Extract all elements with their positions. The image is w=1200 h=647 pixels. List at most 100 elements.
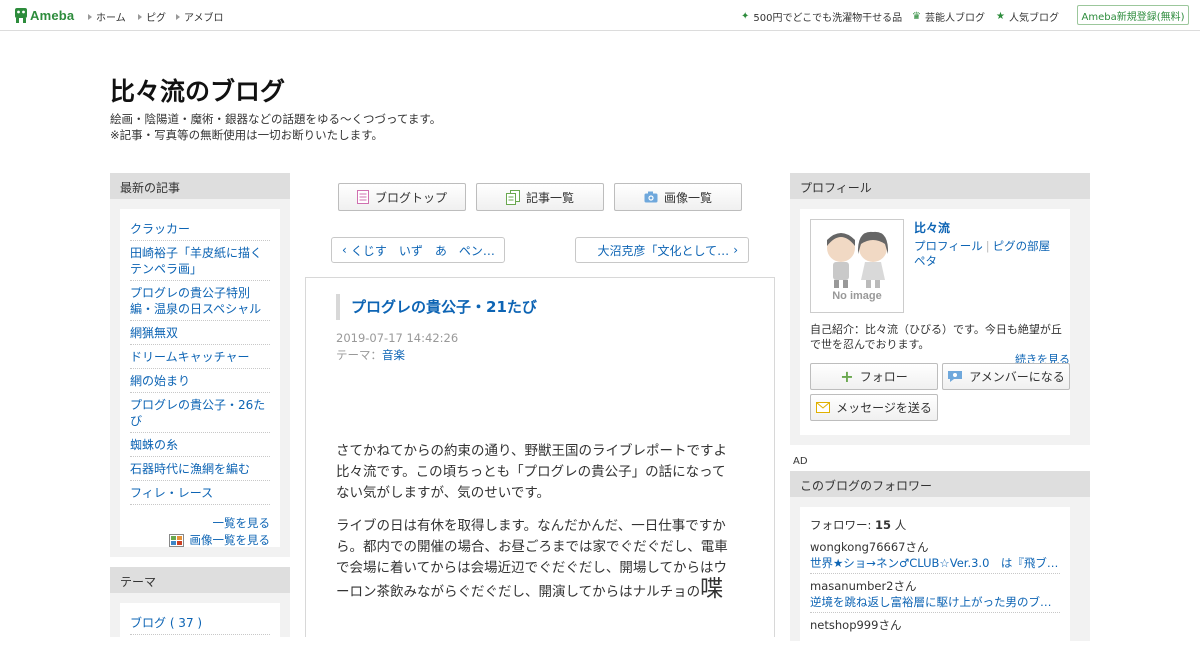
- list-item[interactable]: 石器時代に漁網を編む: [130, 457, 270, 481]
- article-paragraph: さてかねてからの約束の通り、野獣王国のライブレポートですよ 比々流です。この頃ち…: [336, 441, 746, 504]
- recent-articles-box: 最新の記事 クラッカー 田崎裕子「羊皮紙に描くテンペラ画」 プログレの貴公子特別…: [110, 173, 290, 557]
- article-line: で会場に着いてからは会場近辺でぐだぐだし、開場してからはウ: [336, 560, 727, 576]
- follower-item[interactable]: wongkong76667さん 世界★ショ→ネン♂CLUB☆Ver.3.0 は『…: [810, 539, 1060, 574]
- list-item[interactable]: ドリームキャッチャー: [130, 345, 270, 369]
- follower-blog[interactable]: 世界★ショ→ネン♂CLUB☆Ver.3.0 は『飛ブ…: [810, 555, 1060, 574]
- topnav-ameblo-label: アメブロ: [184, 13, 224, 24]
- list-item[interactable]: 網猟無双: [130, 321, 270, 345]
- list-item[interactable]: 網の始まり: [130, 369, 270, 393]
- recent-article-link[interactable]: クラッカー: [130, 222, 190, 236]
- triangle-right-icon: [88, 13, 92, 20]
- follower-user[interactable]: netshop999さん: [810, 617, 1060, 633]
- topnav-pigg[interactable]: ピグ: [138, 9, 166, 24]
- article-paragraph: ライブの日は有休を取得します。なんだかんだ、一日仕事ですか ら。都内での開催の場…: [336, 516, 746, 603]
- list-item[interactable]: プログレの貴公子・26たび: [130, 393, 270, 433]
- list-item[interactable]: クラッカー: [130, 217, 270, 241]
- list-item[interactable]: プログレの貴公子特別編・温泉の日スペシャル: [130, 281, 270, 321]
- profile-name[interactable]: 比々流: [914, 219, 950, 236]
- list-item[interactable]: 田崎裕子「羊皮紙に描くテンペラ画」: [130, 241, 270, 281]
- star-icon: ★: [996, 11, 1005, 22]
- profile-avatar[interactable]: No image: [810, 219, 904, 313]
- list-item[interactable]: ブログ ( 37 ): [130, 611, 270, 635]
- followers-count-prefix: フォロワー:: [810, 518, 872, 532]
- list-item[interactable]: 蜘蛛の糸: [130, 433, 270, 457]
- pigg-room-link[interactable]: ピグの部屋: [993, 239, 1051, 253]
- blog-description-line2: ※記事・写真等の無断使用は一切お断りいたします。: [110, 128, 383, 142]
- separator: |: [985, 239, 990, 253]
- article-theme-prefix: テーマ：: [336, 348, 382, 362]
- article-list-button[interactable]: 記事一覧: [476, 183, 604, 211]
- recent-article-link[interactable]: 蜘蛛の糸: [130, 438, 178, 452]
- follower-blog[interactable]: 逆境を跳ね返し富裕層に駆け上がった男のブ…: [810, 594, 1060, 613]
- topright-celebrity-link[interactable]: ♛ 芸能人ブログ: [912, 9, 985, 24]
- amember-button[interactable]: アメンバーになる: [942, 363, 1070, 390]
- recent-article-link[interactable]: 石器時代に漁網を編む: [130, 462, 250, 476]
- topright-popular-link[interactable]: ★ 人気ブログ: [996, 9, 1059, 24]
- article-line: さてかねてからの約束の通り、野獣王国のライブレポートですよ: [336, 443, 727, 459]
- image-list-more-link[interactable]: 画像一覧を見る: [130, 532, 270, 548]
- follow-button[interactable]: + フォロー: [810, 363, 938, 390]
- amember-label: アメンバーになる: [969, 370, 1065, 384]
- blog-title[interactable]: 比々流のブログ: [110, 72, 285, 108]
- image-list-button[interactable]: 画像一覧: [614, 183, 742, 211]
- profile-heading: プロフィール: [790, 173, 1090, 199]
- article-body: さてかねてからの約束の通り、野獣王国のライブレポートですよ 比々流です。この頃ち…: [336, 441, 746, 615]
- follower-user[interactable]: masanumber2さん: [810, 578, 1060, 594]
- article-line: ライブの日は有休を取得します。なんだかんだ、一日仕事ですか: [336, 518, 726, 534]
- plus-icon: +: [840, 367, 854, 386]
- camera-icon: [644, 191, 658, 203]
- topnav-ameblo[interactable]: アメブロ: [176, 9, 224, 24]
- peta-link[interactable]: ペタ: [914, 254, 937, 268]
- recent-article-link[interactable]: 網の始まり: [130, 374, 190, 388]
- follower-user[interactable]: wongkong76667さん: [810, 539, 1060, 555]
- theme-link[interactable]: ブログ ( 37 ): [130, 616, 202, 630]
- theme-inner: ブログ ( 37 ): [120, 603, 280, 643]
- topnav-home-label: ホーム: [96, 13, 126, 24]
- list-item[interactable]: フィレ・レース: [130, 481, 270, 505]
- recent-article-link[interactable]: ドリームキャッチャー: [130, 350, 250, 364]
- ameba-logo[interactable]: Ameba: [14, 7, 74, 24]
- recent-article-link[interactable]: プログレの貴公子特別編・温泉の日スペシャル: [130, 286, 261, 316]
- theme-box: テーマ ブログ ( 37 ): [110, 567, 290, 643]
- prev-article-link[interactable]: ‹ くじす いず あ ペン…: [331, 237, 505, 263]
- message-button[interactable]: メッセージを送る: [810, 394, 938, 421]
- blog-top-button[interactable]: ブログトップ: [338, 183, 466, 211]
- article-theme-link[interactable]: 音楽: [382, 348, 405, 362]
- article-title[interactable]: プログレの貴公子・21たび: [336, 294, 537, 320]
- recent-articles-list: クラッカー 田崎裕子「羊皮紙に描くテンペラ画」 プログレの貴公子特別編・温泉の日…: [130, 217, 270, 505]
- article-line: 比々流です。この頃ちっとも「プログレの貴公子」の話になって: [336, 464, 726, 480]
- follower-item[interactable]: netshop999さん: [810, 617, 1060, 633]
- topnav-home[interactable]: ホーム: [88, 9, 126, 24]
- follower-item[interactable]: masanumber2さん 逆境を跳ね返し富裕層に駆け上がった男のブ…: [810, 578, 1060, 613]
- article-list-label: 記事一覧: [525, 190, 574, 205]
- theme-heading: テーマ: [110, 567, 290, 593]
- list-more-link[interactable]: 一覧を見る: [130, 515, 271, 531]
- theme-list: ブログ ( 37 ): [130, 611, 270, 635]
- profile-link[interactable]: プロフィール: [914, 239, 983, 253]
- next-article-link[interactable]: 大沼克彦「文化として… ›: [575, 237, 749, 263]
- recent-articles-heading: 最新の記事: [110, 173, 290, 199]
- topright-popular-label: 人気ブログ: [1008, 13, 1059, 24]
- blog-description-line1: 絵画・陰陽道・魔術・銀器などの話題をゆる～くつづってます。: [110, 112, 442, 126]
- followers-inner: フォロワー: 15 人 wongkong76667さん 世界★ショ→ネン♂CLU…: [800, 507, 1070, 647]
- prev-article-label: くじす いず あ ペン…: [350, 243, 495, 258]
- recent-article-link[interactable]: 網猟無双: [130, 326, 178, 340]
- blog-description: 絵画・陰陽道・魔術・銀器などの話題をゆる～くつづってます。 ※記事・写真等の無断…: [110, 111, 441, 143]
- followers-box: このブログのフォロワー フォロワー: 15 人 wongkong76667さん …: [790, 471, 1090, 647]
- ameba-logo-text: Ameba: [30, 8, 75, 23]
- documents-icon: [505, 189, 520, 205]
- ad-label: AD: [793, 456, 808, 467]
- image-gallery-icon: [168, 533, 184, 547]
- register-button[interactable]: Ameba新規登録(無料): [1077, 5, 1189, 25]
- ameba-mascot-icon: [15, 8, 27, 23]
- profile-links: プロフィール | ピグの部屋 ペタ: [914, 239, 1064, 269]
- global-header: Ameba ホーム ピグ アメブロ ✦ 500円でどこでも洗濯物干せる品 ♛ 芸能人…: [0, 0, 1200, 31]
- article-theme: テーマ：音楽: [336, 347, 405, 363]
- recent-article-link[interactable]: フィレ・レース: [130, 486, 213, 500]
- recent-article-link[interactable]: プログレの貴公子・26たび: [130, 398, 265, 428]
- follow-label: フォロー: [859, 370, 908, 384]
- topright-promo-link[interactable]: ✦ 500円でどこでも洗濯物干せる品: [741, 9, 902, 24]
- sparkle-icon: ✦: [741, 11, 750, 22]
- triangle-right-icon: [138, 13, 142, 20]
- recent-article-link[interactable]: 田崎裕子「羊皮紙に描くテンペラ画」: [130, 246, 262, 276]
